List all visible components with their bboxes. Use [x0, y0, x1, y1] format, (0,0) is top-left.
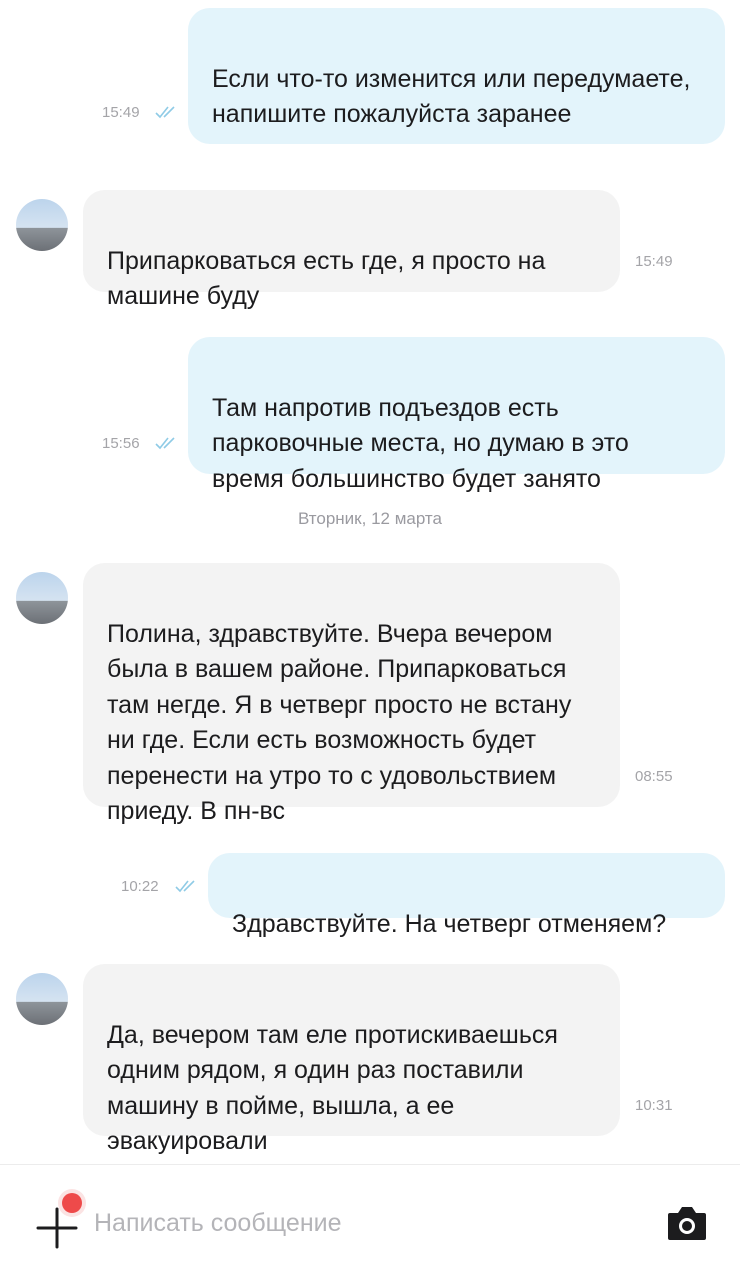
message-time: 15:49 [102, 104, 140, 121]
message-text: Припарковаться есть где, я просто на маш… [107, 246, 546, 311]
message-text: Полина, здравствуйте. Вчера вечером была… [107, 619, 572, 826]
message-time: 08:55 [635, 768, 673, 785]
notification-dot [62, 1193, 82, 1213]
message-composer [0, 1164, 740, 1280]
read-ticks-icon [175, 880, 195, 893]
message-bubble-outgoing[interactable]: Если что-то изменится или передумаете, н… [188, 8, 725, 144]
message-bubble-outgoing[interactable]: Там напротив подъездов есть парковочные … [188, 337, 725, 493]
message-text: Да, вечером там еле протискиваешься одни… [107, 1020, 558, 1156]
avatar[interactable] [16, 199, 68, 251]
message-bubble-outgoing[interactable]: Здравствуйте. На четверг отменяем? [208, 853, 725, 938]
message-text: Там напротив подъездов есть парковочные … [212, 393, 629, 493]
date-separator: Вторник, 12 марта [298, 509, 442, 528]
message-time: 15:49 [635, 253, 673, 270]
read-ticks-icon [155, 106, 175, 119]
avatar[interactable] [16, 572, 68, 624]
message-time: 15:56 [102, 435, 140, 452]
message-text: Если что-то изменится или передумаете, н… [212, 64, 691, 129]
message-time: 10:22 [121, 878, 159, 895]
message-bubble-incoming[interactable]: Полина, здравствуйте. Вчера вечером была… [83, 563, 620, 825]
avatar[interactable] [16, 973, 68, 1025]
read-ticks-icon [155, 437, 175, 450]
message-input[interactable] [94, 1205, 634, 1241]
message-bubble-incoming[interactable]: Припарковаться есть где, я просто на маш… [83, 190, 620, 310]
chat-screen: Если что-то изменится или передумаете, н… [0, 0, 740, 1280]
camera-icon[interactable] [666, 1205, 708, 1241]
message-bubble-incoming[interactable]: Да, вечером там еле протискиваешься одни… [83, 964, 620, 1155]
message-time: 10:31 [635, 1097, 673, 1114]
message-text: Здравствуйте. На четверг отменяем? [232, 909, 667, 938]
